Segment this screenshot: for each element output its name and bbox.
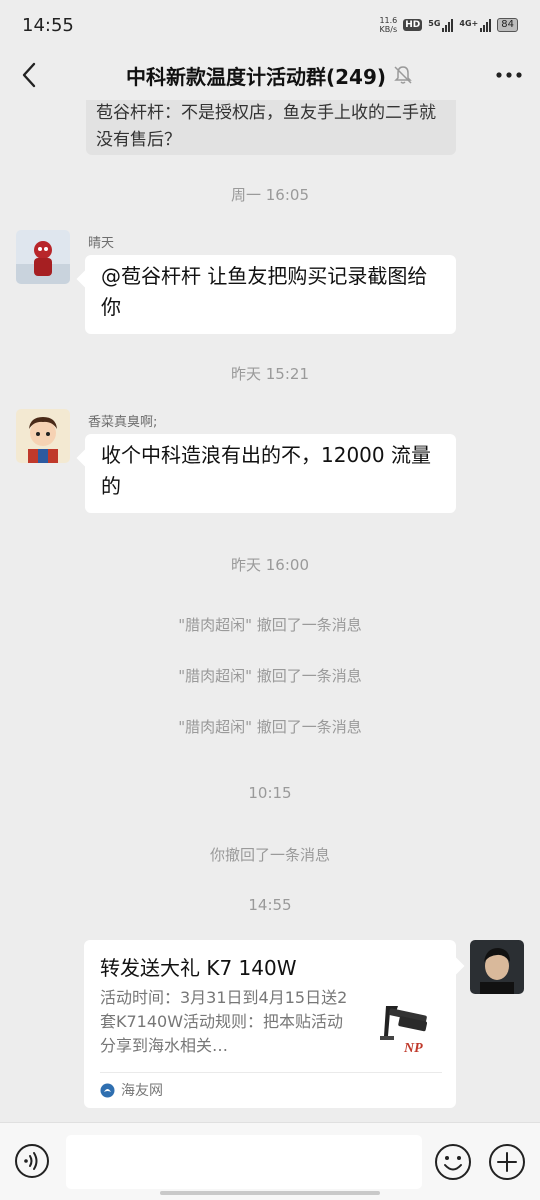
card-title: 转发送大礼 K7 140W [100,956,297,980]
battery-indicator: 84 [497,18,518,32]
message-bubble[interactable]: @苞谷杆杆 让鱼友把购买记录截图给你 [85,255,456,334]
message-text: @苞谷杆杆 让鱼友把购买记录截图给你 [101,264,428,319]
plus-icon [489,1144,525,1180]
emoji-button[interactable] [434,1143,472,1181]
message-text: 收个中科造浪有出的不，12000 流量的 [101,443,431,498]
avatar-image [470,940,524,994]
status-bar: 14:55 11.6 KB/s HD 5G 4G+ 84 [0,0,540,50]
timestamp: 昨天 15:21 [231,365,309,383]
avatar-image [16,230,70,284]
voice-button[interactable] [14,1143,50,1179]
quoted-text: 苞谷杆杆：不是授权店，鱼友手上收的二手就没有售后？ [96,103,436,150]
avatar-sender-1[interactable] [16,230,70,284]
avatar-image [16,409,70,463]
timestamp: 10:15 [248,784,292,802]
card-thumb-brand: NP [403,1041,423,1056]
home-indicator[interactable] [160,1191,380,1195]
signal-4g-icon: 4G+ [459,18,492,32]
nav-bar: 中科新款温度计活动群(249) [0,50,540,100]
hd-badge: HD [403,19,423,31]
card-description: 活动时间：3月31日到4月15日送2套K7140W活动规则：把本贴活动分享到海水… [100,988,348,1055]
avatar-sender-2[interactable] [16,409,70,463]
card-source: 海友网 [100,1080,163,1100]
status-time: 14:55 [22,14,74,36]
voice-icon [15,1144,49,1178]
chat-messages[interactable]: 苞谷杆杆：不是授权店，鱼友手上收的二手就没有售后？ 周一 16:05 晴天 @苞… [0,100,540,1122]
quoted-message[interactable]: 苞谷杆杆：不是授权店，鱼友手上收的二手就没有售后？ [86,100,456,155]
card-source-label: 海友网 [121,1083,163,1099]
card-divider [100,1072,442,1073]
recall-notice: "腊肉超闲" 撤回了一条消息 [178,718,362,736]
message-input[interactable] [66,1135,422,1189]
status-indicators: 11.6 KB/s HD 5G 4G+ 84 [379,16,518,34]
emoji-icon [435,1144,471,1180]
card-thumbnail-image: NP [376,998,442,1064]
recall-notice: "腊肉超闲" 撤回了一条消息 [178,667,362,685]
chat-title: 中科新款温度计活动群(249) [125,64,387,89]
input-bar [0,1122,540,1200]
card-thumbnail: NP [376,998,442,1064]
recall-notice: "腊肉超闲" 撤回了一条消息 [178,616,362,634]
message-bubble[interactable]: 收个中科造浪有出的不，12000 流量的 [85,434,456,513]
signal-5g-icon: 5G [428,18,454,32]
self-recall-notice: 你撤回了一条消息 [209,846,330,864]
avatar-self[interactable] [470,940,524,994]
nav-title-group: 中科新款温度计活动群(249) [0,50,540,100]
net-speed-value: 11.6 [379,16,398,25]
sender-name: 香菜真臭啊; [88,415,158,430]
link-card[interactable]: 转发送大礼 K7 140W 活动时间：3月31日到4月15日送2套K7140W活… [84,940,456,1108]
sender-name: 晴天 [88,236,115,251]
sim1-label: 5G [428,19,441,28]
net-speed: 11.6 KB/s [379,16,397,34]
sim2-label: 4G+ [459,19,479,28]
timestamp: 14:55 [248,896,292,914]
mute-bell-icon [394,66,412,84]
more-button[interactable] [492,60,526,90]
haiyou-logo-icon [100,1083,115,1097]
timestamp: 昨天 16:00 [231,556,309,574]
timestamp: 周一 16:05 [231,186,309,204]
plus-button[interactable] [488,1143,526,1181]
net-speed-unit: KB/s [379,25,398,34]
more-dots-icon [496,72,522,78]
